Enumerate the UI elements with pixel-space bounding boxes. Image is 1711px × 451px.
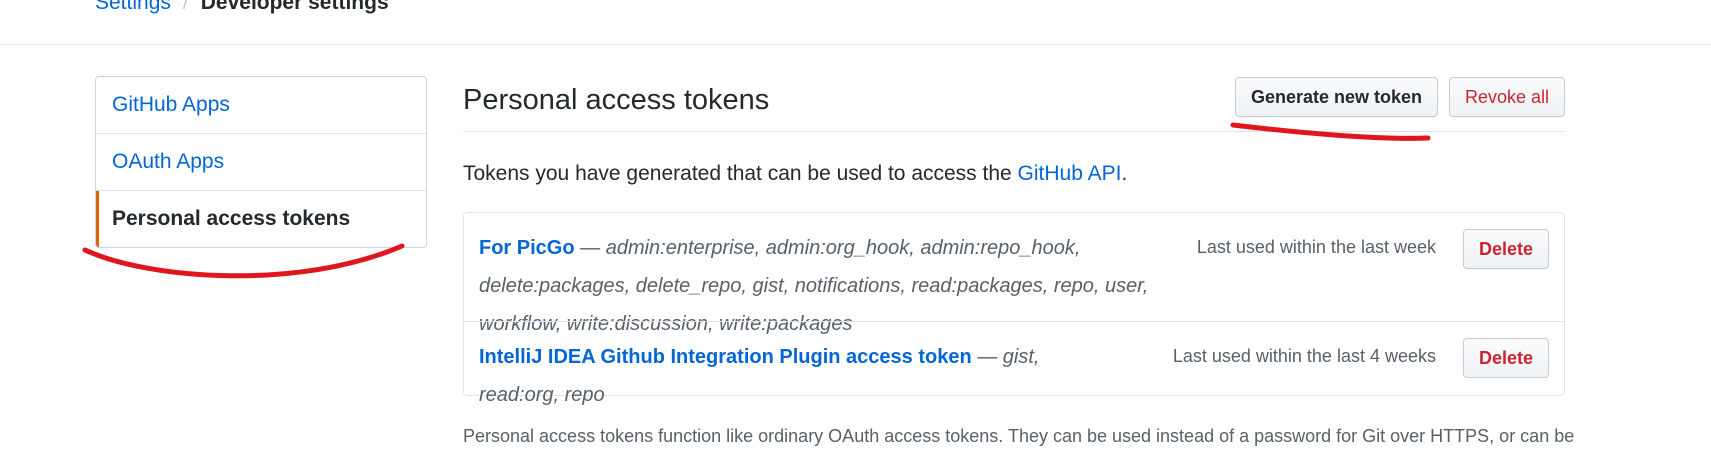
intro-text: Tokens you have generated that can be us… [463,160,1565,188]
intro-text-end: . [1121,162,1128,185]
sidebar-item-personal-access-tokens[interactable]: Personal access tokens [96,190,426,247]
breadcrumb: Settings / Developer settings [95,0,389,16]
header-divider [0,44,1711,45]
sidebar-item-github-apps[interactable]: GitHub Apps [96,77,426,133]
sidebar-item-oauth-apps[interactable]: OAuth Apps [96,133,426,190]
page-title: Personal access tokens [463,84,770,116]
page: Settings / Developer settings GitHub Apps … [0,0,1711,451]
token-name-link[interactable]: For PicGo [479,237,575,259]
tokens-footnote: Personal access tokens function like ord… [463,426,1575,446]
generate-new-token-button[interactable]: Generate new token [1234,77,1438,117]
annotation-underline-sidebar [82,243,405,279]
intro-text-body: Tokens you have generated that can be us… [463,162,1018,185]
github-api-link[interactable]: GitHub API [1018,162,1122,185]
delete-token-button[interactable]: Delete [1462,229,1549,269]
token-dash: — [574,237,606,259]
token-description: IntelliJ IDEA Github Integration Plugin … [479,338,1119,414]
token-last-used: Last used within the last week [1196,237,1436,257]
revoke-all-button[interactable]: Revoke all [1448,77,1565,117]
breadcrumb-separator: / [182,0,189,14]
token-row: IntelliJ IDEA Github Integration Plugin … [464,321,1564,406]
main-content: Personal access tokens Generate new toke… [463,76,1575,448]
token-list: For PicGo — admin:enterprise, admin:org_… [463,212,1565,406]
token-row: For PicGo — admin:enterprise, admin:org_… [464,213,1564,335]
breadcrumb-settings-link[interactable]: Settings [95,0,171,14]
sidebar-item-label: OAuth Apps [112,150,225,173]
delete-token-button[interactable]: Delete [1462,338,1549,378]
token-last-used: Last used within the last 4 weeks [1172,346,1436,366]
sidebar-item-label: Personal access tokens [112,207,351,230]
token-dash: — [971,346,1003,368]
sidebar-item-label: GitHub Apps [112,93,230,116]
token-name-link[interactable]: IntelliJ IDEA Github Integration Plugin … [479,346,972,368]
settings-sidebar: GitHub Apps OAuth Apps Personal access t… [95,76,427,248]
subhead: Personal access tokens Generate new toke… [463,76,1565,132]
breadcrumb-current: Developer settings [200,0,389,14]
